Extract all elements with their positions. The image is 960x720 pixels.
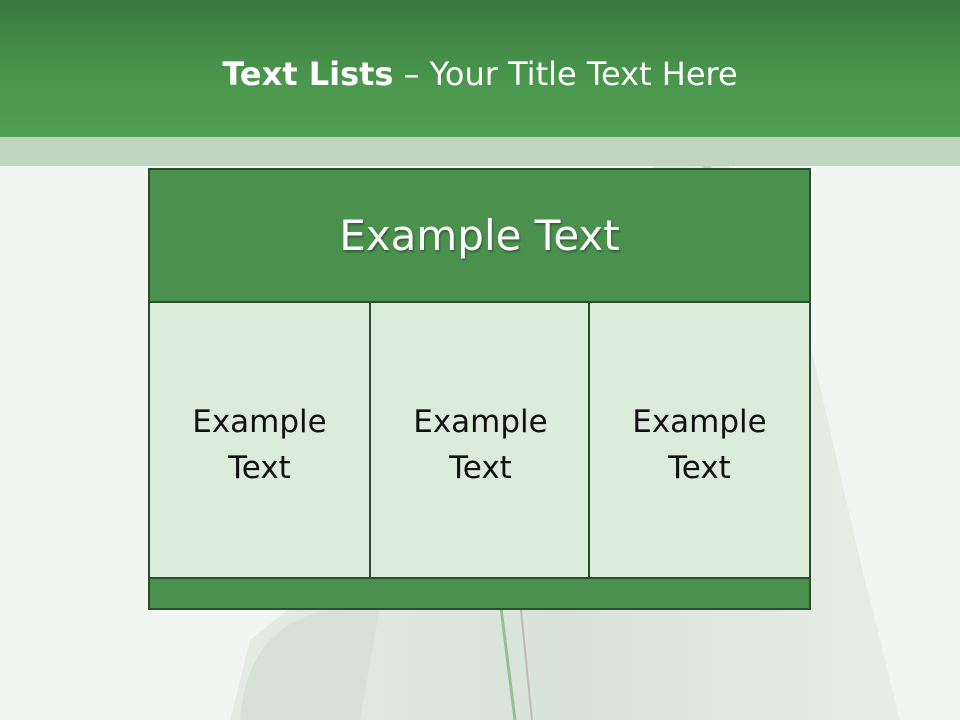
column-1: Example Text — [150, 303, 369, 577]
slide-title-bold: Text Lists — [222, 55, 394, 93]
column-2: Example Text — [371, 303, 590, 577]
slide-title-rest: – Your Title Text Here — [403, 55, 738, 93]
column-1-line-2: Text — [228, 450, 291, 486]
column-1-text: Example Text — [150, 399, 369, 491]
panel-footer-bar — [150, 577, 809, 608]
column-2-line-1: Example — [413, 404, 548, 440]
panel-header-text: Example Text — [339, 211, 620, 260]
column-3: Example Text — [590, 303, 809, 577]
column-1-line-1: Example — [192, 404, 327, 440]
panel-header: Example Text — [150, 170, 809, 303]
header-accent-strip — [0, 137, 960, 166]
column-3-text: Example Text — [590, 399, 809, 491]
text-list-panel: Example Text Example Text Example Text E… — [148, 168, 811, 610]
column-2-text: Example Text — [371, 399, 590, 491]
column-3-line-2: Text — [668, 450, 731, 486]
column-2-line-2: Text — [449, 450, 512, 486]
column-3-line-1: Example — [632, 404, 767, 440]
slide-title: Text Lists – Your Title Text Here — [0, 52, 960, 96]
